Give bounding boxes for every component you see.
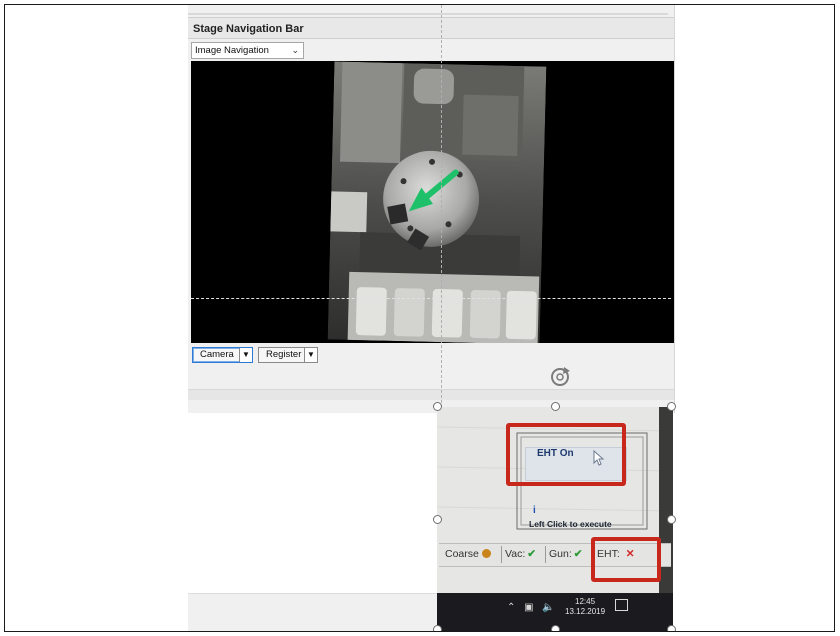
stage-navigation-panel: Stage Navigation Bar Image Navigation ⌄ <box>188 5 675 413</box>
status-separator <box>501 546 502 563</box>
panel-divider <box>188 13 668 15</box>
hint-text: Left Click to execute <box>529 519 612 529</box>
taskbar-clock[interactable]: 12:45 13.12.2019 <box>565 597 605 617</box>
coarse-indicator-icon <box>481 549 491 558</box>
camera-button-label: Camera <box>200 349 234 360</box>
chevron-down-icon: ⌄ <box>291 45 299 55</box>
info-icon: i <box>533 505 536 516</box>
vac-label: Vac: <box>505 548 526 560</box>
panel-lower-area <box>188 593 444 631</box>
register-button-label: Register <box>266 349 302 360</box>
gun-status: Gun: ✔ <box>549 548 583 560</box>
selection-handle[interactable] <box>667 515 676 524</box>
selection-handle[interactable] <box>551 402 560 411</box>
notification-icon[interactable] <box>615 599 628 611</box>
dropdown-arrow-icon[interactable]: ▼ <box>239 348 252 362</box>
gun-label: Gun: <box>549 548 572 560</box>
vac-status: Vac: ✔ <box>505 548 536 560</box>
check-icon: ✔ <box>527 548 537 560</box>
selection-handle[interactable] <box>433 515 442 524</box>
check-icon: ✔ <box>573 548 583 560</box>
panel-footer-divider <box>188 389 674 400</box>
rotate-icon[interactable] <box>548 365 572 389</box>
selection-handle[interactable] <box>433 625 442 631</box>
selection-handle[interactable] <box>667 625 676 631</box>
taskbar-time: 12:45 <box>575 597 596 606</box>
highlight-box-eht-on <box>506 423 626 486</box>
coarse-status: Coarse <box>445 548 491 560</box>
horizontal-guide-line <box>191 298 671 299</box>
navigation-mode-value: Image Navigation <box>195 45 269 56</box>
selection-handle[interactable] <box>667 402 676 411</box>
panel-title: Stage Navigation Bar <box>188 17 674 39</box>
tray-icons[interactable]: ⌃ ▣ 🔈 <box>507 602 558 613</box>
inserted-screen-photo[interactable]: EHT On i Left Click to execute Coarse Va… <box>437 407 673 631</box>
status-separator <box>545 546 546 563</box>
camera-button[interactable]: Camera ▼ <box>192 347 253 363</box>
coarse-label: Coarse <box>445 548 479 560</box>
camera-viewer[interactable] <box>191 61 674 343</box>
taskbar-date: 13.12.2019 <box>565 607 606 616</box>
dropdown-arrow-icon[interactable]: ▼ <box>304 348 317 362</box>
highlight-box-eht-status <box>591 537 661 582</box>
selection-handle[interactable] <box>551 625 560 631</box>
selection-handle[interactable] <box>433 402 442 411</box>
chamber-camera-image <box>327 61 547 343</box>
screenshot-frame: Stage Navigation Bar Image Navigation ⌄ <box>4 4 835 632</box>
navigation-mode-select[interactable]: Image Navigation ⌄ <box>191 42 304 59</box>
register-button[interactable]: Register ▼ <box>258 347 318 363</box>
